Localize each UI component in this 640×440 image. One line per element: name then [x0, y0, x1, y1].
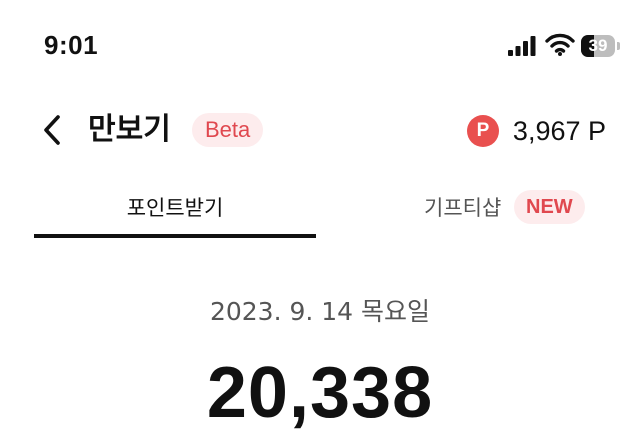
tab-label-gift-shop: 기프티샵 — [424, 196, 502, 220]
battery-level: 39 — [588, 36, 608, 55]
signal-icon — [508, 36, 536, 56]
status-time: 9:01 — [44, 30, 99, 60]
points-value: 3,967 P — [512, 115, 606, 146]
tab-bar: 포인트받기 기프티샵 NEW — [0, 178, 640, 240]
back-button[interactable] — [36, 110, 72, 150]
status-bar: 9:01 39 — [0, 0, 640, 90]
tab-gift-shop[interactable]: 기프티샵 NEW — [320, 178, 610, 238]
page-title: 만보기 — [88, 112, 171, 147]
battery-body: 39 — [581, 35, 615, 57]
battery-cap — [617, 42, 620, 50]
date-label: 2023. 9. 14 목요일 — [209, 297, 431, 326]
points-balance[interactable]: P 3,967 P — [466, 113, 606, 149]
step-count: 20,338 — [206, 353, 434, 433]
tab-label-receive-points: 포인트받기 — [126, 196, 224, 220]
battery-icon: 39 — [581, 35, 621, 57]
chevron-left-icon — [44, 115, 60, 145]
pedometer-screen: 9:01 39 만보기 Beta P 3,967 P 포인트받기 기프티샵 NE… — [0, 0, 640, 440]
wifi-icon — [545, 33, 575, 56]
tab-receive-points[interactable]: 포인트받기 — [34, 178, 316, 238]
header: 만보기 Beta P 3,967 P — [0, 100, 640, 164]
points-icon: P — [466, 115, 499, 147]
active-tab-indicator — [34, 234, 316, 238]
new-badge: NEW — [514, 190, 585, 224]
beta-badge: Beta — [192, 113, 264, 147]
